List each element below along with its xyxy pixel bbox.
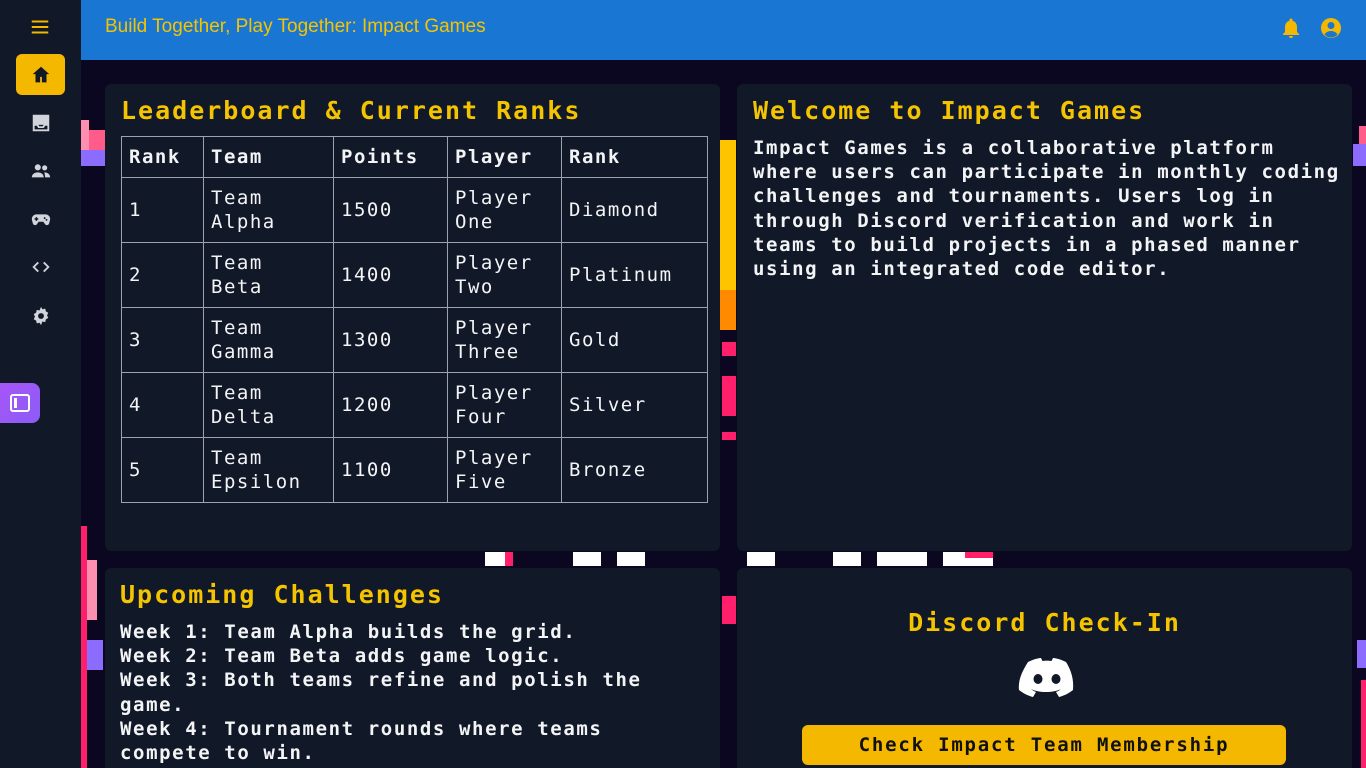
- points-cell: 1100: [333, 437, 448, 503]
- tier-cell: Bronze: [561, 437, 708, 503]
- challenges-title: Upcoming Challenges: [120, 580, 444, 609]
- table-header-row: Rank Team Points Player Rank: [121, 136, 708, 178]
- team-cell: Team Delta: [203, 372, 334, 438]
- tier-cell: Gold: [561, 307, 708, 373]
- table-row: 4 Team Delta 1200 Player Four Silver: [121, 372, 708, 438]
- check-membership-button[interactable]: Check Impact Team Membership: [802, 725, 1286, 765]
- team-cell: Team Gamma: [203, 307, 334, 373]
- table-row: 3 Team Gamma 1300 Player Three Gold: [121, 307, 708, 373]
- sidebar-toggle-button[interactable]: [0, 383, 40, 423]
- account-circle-icon[interactable]: [1319, 16, 1343, 40]
- discord-icon: [1018, 658, 1074, 697]
- tier-cell: Silver: [561, 372, 708, 438]
- sidebar-item-inbox[interactable]: [16, 102, 65, 143]
- rank-cell: 1: [121, 177, 204, 243]
- points-cell: 1200: [333, 372, 448, 438]
- column-header-rank: Rank: [121, 136, 204, 178]
- tier-cell: Diamond: [561, 177, 708, 243]
- bell-icon[interactable]: [1279, 16, 1303, 40]
- tier-cell: Platinum: [561, 242, 708, 308]
- leaderboard-title: Leaderboard & Current Ranks: [121, 96, 582, 125]
- sidebar: [0, 0, 81, 768]
- table-row: 1 Team Alpha 1500 Player One Diamond: [121, 177, 708, 243]
- sidebar-item-code[interactable]: [16, 246, 65, 287]
- column-header-tier: Rank: [561, 136, 708, 178]
- discord-title: Discord Check-In: [908, 608, 1181, 637]
- rank-cell: 3: [121, 307, 204, 373]
- sidebar-item-games[interactable]: [16, 198, 65, 239]
- player-cell: Player Five: [447, 437, 562, 503]
- inbox-icon: [32, 114, 49, 131]
- home-icon: [32, 66, 49, 82]
- gear-icon: [33, 306, 48, 325]
- points-cell: 1300: [333, 307, 448, 373]
- leaderboard-table: Rank Team Points Player Rank 1 Team Alph…: [121, 136, 708, 503]
- rank-cell: 2: [121, 242, 204, 308]
- player-cell: Player Two: [447, 242, 562, 308]
- column-header-team: Team: [203, 136, 334, 178]
- challenges-list: Week 1: Team Alpha builds the grid. Week…: [120, 620, 705, 765]
- list-item: Week 4: Tournament rounds where teams co…: [120, 717, 603, 765]
- main-content: Leaderboard & Current Ranks Rank Team Po…: [81, 60, 1366, 768]
- welcome-title: Welcome to Impact Games: [753, 96, 1146, 125]
- code-icon: [31, 261, 50, 272]
- team-cell: Team Alpha: [203, 177, 334, 243]
- team-cell: Team Beta: [203, 242, 334, 308]
- team-cell: Team Epsilon: [203, 437, 334, 503]
- leaderboard-card: Leaderboard & Current Ranks Rank Team Po…: [105, 84, 720, 551]
- sidebar-panel-icon: [10, 394, 30, 412]
- top-app-bar: Build Together, Play Together: Impact Ga…: [81, 0, 1366, 60]
- column-header-points: Points: [333, 136, 448, 178]
- sidebar-item-teams[interactable]: [16, 150, 65, 191]
- app-title: Build Together, Play Together: Impact Ga…: [105, 16, 486, 37]
- points-cell: 1500: [333, 177, 448, 243]
- column-header-player: Player: [447, 136, 562, 178]
- player-cell: Player One: [447, 177, 562, 243]
- discord-card: Discord Check-In Check Impact Team Membe…: [737, 568, 1352, 768]
- rank-cell: 5: [121, 437, 204, 503]
- player-cell: Player Four: [447, 372, 562, 438]
- gamepad-icon: [31, 213, 50, 225]
- rank-cell: 4: [121, 372, 204, 438]
- welcome-description: Impact Games is a collaborative platform…: [753, 137, 1340, 281]
- list-item: Week 1: Team Alpha builds the grid.: [120, 621, 577, 643]
- hamburger-menu-icon[interactable]: [27, 14, 53, 40]
- sidebar-item-settings[interactable]: [16, 295, 65, 336]
- welcome-card: Welcome to Impact Games Impact Games is …: [737, 84, 1352, 551]
- table-row: 5 Team Epsilon 1100 Player Five Bronze: [121, 437, 708, 503]
- table-row: 2 Team Beta 1400 Player Two Platinum: [121, 242, 708, 308]
- list-item: Week 2: Team Beta adds game logic.: [120, 645, 564, 668]
- list-item: Week 3: Both teams refine and polish the…: [120, 669, 642, 716]
- player-cell: Player Three: [447, 307, 562, 373]
- challenges-card: Upcoming Challenges Week 1: Team Alpha b…: [105, 568, 720, 768]
- sidebar-item-home[interactable]: [16, 54, 65, 95]
- people-icon: [31, 163, 50, 177]
- points-cell: 1400: [333, 242, 448, 308]
